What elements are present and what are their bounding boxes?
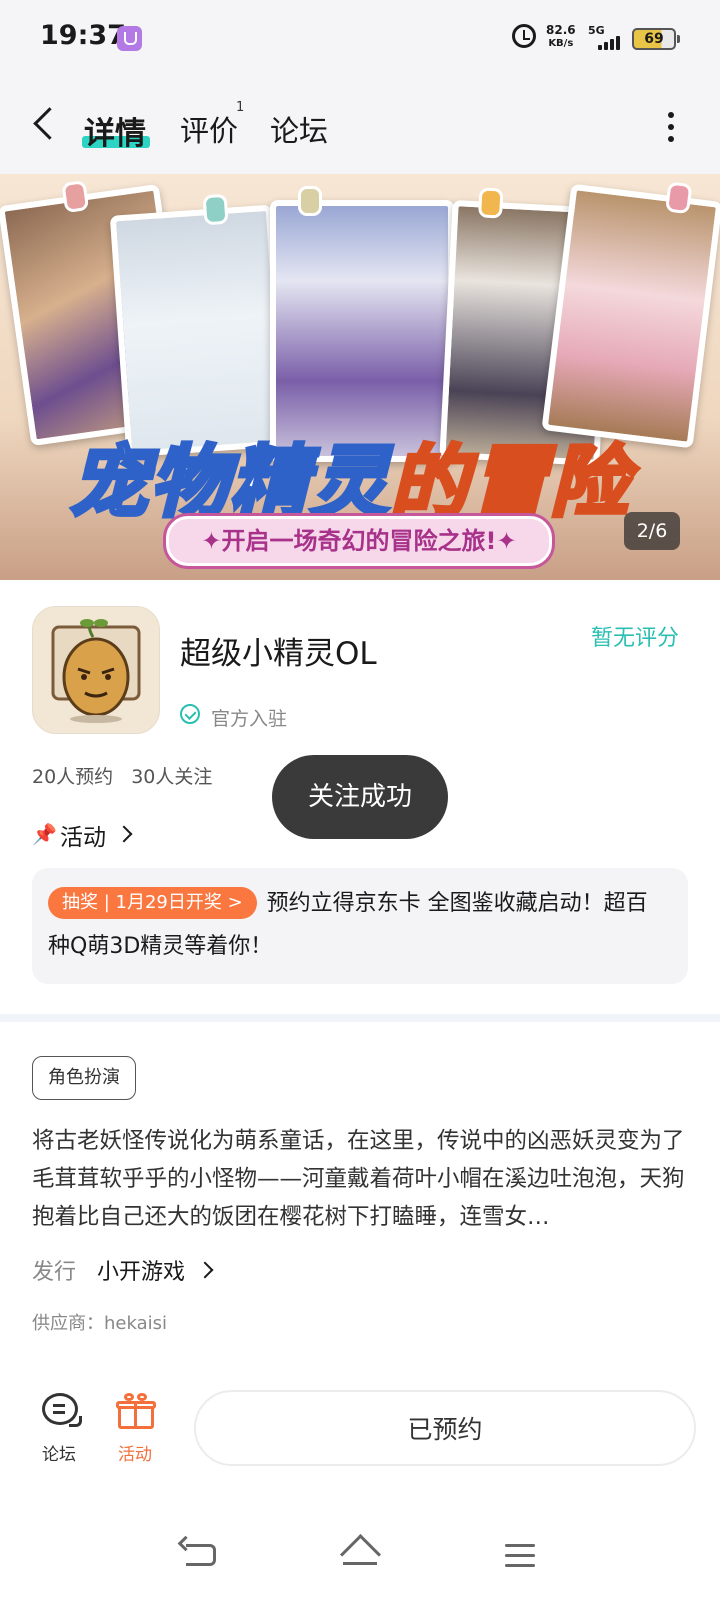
status-time: 19:37: [40, 20, 126, 51]
activity-section-header[interactable]: 活动: [60, 818, 106, 852]
supplier-info: 供应商：hekaisi: [32, 1313, 167, 1334]
gift-icon[interactable]: [116, 1393, 156, 1429]
activity-button-label[interactable]: 活动: [118, 1440, 152, 1465]
forum-chat-icon[interactable]: [42, 1393, 82, 1427]
section-divider: [0, 1014, 720, 1022]
verified-check-icon: [180, 704, 200, 724]
game-app-icon: [32, 606, 160, 734]
promo-banner[interactable]: 宠物精灵的冒险 ✦开启一场奇幻的冒险之旅!✦ 2/6: [0, 174, 720, 580]
more-options-icon[interactable]: [668, 112, 674, 148]
network-speed-unit: KB/s: [548, 38, 574, 49]
lottery-tag: 抽奖 | 1月29日开奖 >: [48, 887, 257, 919]
banner-page-counter: 2/6: [624, 512, 680, 550]
reserved-button[interactable]: 已预约: [194, 1390, 696, 1466]
network-speed: 82.6 KB/s: [546, 24, 576, 50]
system-menu-icon[interactable]: [505, 1544, 535, 1574]
tab-forum[interactable]: 论坛: [270, 108, 328, 150]
forum-button-label[interactable]: 论坛: [42, 1440, 76, 1465]
app-notification-icon: [117, 26, 142, 51]
alarm-icon: [512, 24, 536, 48]
system-home-icon[interactable]: [339, 1533, 382, 1576]
tab-reviews-badge: 1: [236, 100, 245, 115]
chevron-right-icon: [115, 825, 133, 843]
genre-tag[interactable]: 角色扮演: [32, 1056, 136, 1100]
reservation-count: 20人预约: [32, 766, 114, 788]
tab-reviews[interactable]: 评价: [180, 108, 238, 150]
network-speed-value: 82.6: [546, 23, 576, 37]
publisher-link[interactable]: 小开游戏: [97, 1254, 185, 1286]
banner-card-flower: [541, 181, 720, 449]
game-rating: 暂无评分: [591, 626, 680, 651]
banner-subtitle: ✦开启一场奇幻的冒险之旅!✦: [166, 516, 552, 566]
game-stats: 20人预约 30人关注: [32, 762, 212, 789]
follower-count: 30人关注: [131, 766, 213, 788]
tab-details[interactable]: 详情: [84, 108, 146, 153]
activity-card-content: 抽奖 | 1月29日开奖 > 预约立得京东卡 全图鉴收藏启动！超百种Q萌3D精灵等…: [48, 882, 668, 968]
publisher-label: 发行: [32, 1260, 77, 1285]
official-verified-label: 官方入驻: [211, 708, 288, 730]
battery-indicator: 69: [632, 28, 680, 50]
chevron-right-icon: [196, 1261, 214, 1279]
follow-success-toast: 关注成功: [272, 755, 448, 839]
pin-icon: 📌: [32, 822, 57, 846]
system-back-icon[interactable]: [186, 1544, 216, 1566]
signal-icon: [598, 34, 624, 50]
game-description[interactable]: 将古老妖怪传说化为萌系童话，在这里，传说中的凶恶妖灵变为了毛茸茸软乎乎的小怪物—…: [32, 1122, 686, 1236]
game-title: 超级小精灵OL: [180, 636, 377, 672]
